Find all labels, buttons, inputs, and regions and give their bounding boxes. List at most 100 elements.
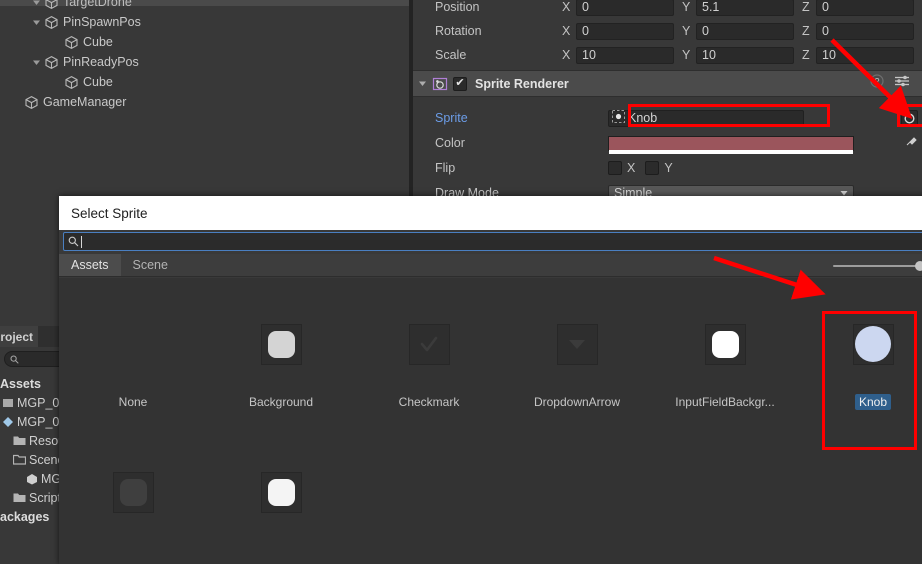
tab-assets[interactable]: Assets — [59, 254, 121, 276]
sprite-preview — [855, 326, 891, 362]
sprite-preview — [119, 478, 147, 506]
hierarchy-item-label: PinSpawnPos — [63, 15, 141, 29]
axis-label-z: Z — [802, 24, 810, 38]
eyedropper-icon[interactable] — [905, 134, 922, 152]
dialog-titlebar[interactable]: Select Sprite — [59, 196, 922, 230]
sprite-field-row[interactable]: Sprite Knob — [413, 106, 922, 130]
object-picker-button[interactable] — [901, 109, 918, 127]
tab-scene[interactable]: Scene — [121, 254, 180, 276]
color-swatch[interactable] — [608, 135, 854, 154]
hierarchy-item-cube[interactable]: Cube — [0, 72, 409, 92]
sprite-item-label: Knob — [854, 394, 892, 410]
hierarchy-item-targetdrone[interactable]: TargetDrone — [0, 0, 409, 12]
dialog-search-input[interactable] — [63, 232, 922, 251]
sprite-grid-item[interactable]: None — [59, 294, 207, 442]
scale-y-cell[interactable]: Y 10 — [682, 46, 794, 64]
sprite-item-label: Background — [248, 395, 314, 409]
scale-x-cell[interactable]: X 10 — [562, 46, 674, 64]
sprite-grid-item[interactable]: Background — [207, 294, 355, 442]
project-item-label: Script — [29, 490, 61, 505]
position-z-field[interactable]: 0 — [816, 0, 914, 16]
sprite-thumbnail-frame — [112, 471, 154, 513]
help-icon[interactable]: ? — [870, 74, 884, 93]
sprite-grid-item[interactable] — [207, 442, 355, 564]
sprite-renderer-header[interactable]: ✔ Sprite Renderer ? — [413, 70, 922, 97]
sprite-preview — [569, 340, 585, 349]
sprite-item-label — [129, 542, 137, 544]
chevron-down-icon[interactable] — [30, 12, 43, 32]
hierarchy-item-pinreadypos[interactable]: PinReadyPos — [0, 52, 409, 72]
zoom-slider[interactable] — [833, 261, 922, 271]
dialog-tabbar: Assets Scene — [59, 254, 922, 277]
position-z-cell[interactable]: Z 0 — [802, 0, 914, 16]
chevron-down-icon[interactable] — [413, 79, 431, 88]
sprite-grid-item[interactable]: Knob — [799, 294, 922, 442]
transform-position-row[interactable]: Position X 0 Y 5.1 Z 0 — [413, 0, 922, 19]
text-caret — [81, 235, 82, 248]
cube-icon — [43, 54, 60, 71]
flip-y-checkbox[interactable] — [645, 161, 660, 175]
axis-label-x: X — [562, 24, 571, 38]
scale-x-field[interactable]: 10 — [576, 46, 674, 64]
sprite-thumbnail[interactable] — [207, 442, 355, 542]
chevron-down-icon[interactable] — [30, 52, 43, 72]
transform-scale-row[interactable]: Scale X 10 Y 10 Z 10 — [413, 43, 922, 67]
sprite-thumbnail[interactable] — [651, 294, 799, 394]
position-y-cell[interactable]: Y 5.1 — [682, 0, 794, 16]
hierarchy-item-gamemanager[interactable]: GameManager — [0, 92, 409, 112]
component-enabled-checkbox[interactable]: ✔ — [453, 76, 467, 91]
flip-field-row[interactable]: Flip X Y — [413, 156, 922, 180]
flip-y-label: Y — [664, 161, 673, 175]
position-x-cell[interactable]: X 0 — [562, 0, 674, 16]
axis-label-z: Z — [802, 48, 810, 62]
cube-icon — [63, 34, 80, 51]
rotation-z-cell[interactable]: Z 0 — [802, 22, 914, 40]
rotation-z-field[interactable]: 0 — [816, 22, 914, 40]
hierarchy-item-pinspawnpos[interactable]: PinSpawnPos — [0, 12, 409, 32]
sprite-thumbnail[interactable] — [59, 294, 207, 394]
sprite-thumbnail[interactable] — [355, 294, 503, 394]
color-label: Color — [435, 136, 465, 150]
sprite-thumbnail[interactable] — [503, 294, 651, 394]
svg-text:?: ? — [874, 77, 879, 87]
position-x-field[interactable]: 0 — [576, 0, 674, 16]
sprite-thumbnail[interactable] — [207, 294, 355, 394]
transform-rotation-row[interactable]: Rotation X 0 Y 0 Z 0 — [413, 19, 922, 43]
position-y-field[interactable]: 5.1 — [696, 0, 794, 16]
scale-z-cell[interactable]: Z 10 — [802, 46, 914, 64]
zoom-slider-handle[interactable] — [915, 261, 922, 271]
rotation-x-cell[interactable]: X 0 — [562, 22, 674, 40]
flip-x-label: X — [627, 161, 636, 175]
flip-x-checkbox[interactable] — [608, 161, 622, 175]
component-title: Sprite Renderer — [475, 76, 569, 91]
sprite-renderer-icon — [431, 75, 448, 92]
sprite-object-field[interactable]: Knob — [608, 109, 804, 127]
sprite-thumbnail[interactable] — [799, 294, 922, 394]
unity-editor-screenshot: TargetDrone PinSpawnPos Cube PinReadyPos Cub… — [0, 0, 922, 564]
sprite-grid-item[interactable]: DropdownArrow — [503, 294, 651, 442]
sprite-grid[interactable]: None Background Checkmark DropdownArrow Inpu… — [59, 278, 922, 564]
position-label: Position — [435, 0, 480, 14]
hierarchy-item-cube[interactable]: Cube — [0, 32, 409, 52]
sprite-thumbnail[interactable] — [59, 442, 207, 542]
sprite-preview — [267, 330, 295, 358]
rotation-y-field[interactable]: 0 — [696, 22, 794, 40]
rotation-y-cell[interactable]: Y 0 — [682, 22, 794, 40]
sprite-grid-item[interactable]: InputFieldBackgr... — [651, 294, 799, 442]
color-field-row[interactable]: Color — [413, 131, 922, 155]
dialog-body: None Background Checkmark DropdownArrow Inpu… — [59, 278, 922, 564]
component-tools[interactable]: ? — [870, 74, 922, 93]
sprite-item-label: DropdownArrow — [533, 395, 621, 409]
preset-icon[interactable] — [894, 74, 910, 93]
scale-y-field[interactable]: 10 — [696, 46, 794, 64]
rotation-label: Rotation — [435, 24, 482, 38]
tab-project[interactable]: Project — [0, 326, 38, 347]
scale-z-field[interactable]: 10 — [816, 46, 914, 64]
sprite-grid-item[interactable]: Checkmark — [355, 294, 503, 442]
sprite-grid-item[interactable] — [59, 442, 207, 564]
chevron-down-icon[interactable] — [30, 0, 43, 12]
search-icon — [68, 236, 79, 247]
rotation-x-field[interactable]: 0 — [576, 22, 674, 40]
sprite-label: Sprite — [435, 111, 468, 125]
